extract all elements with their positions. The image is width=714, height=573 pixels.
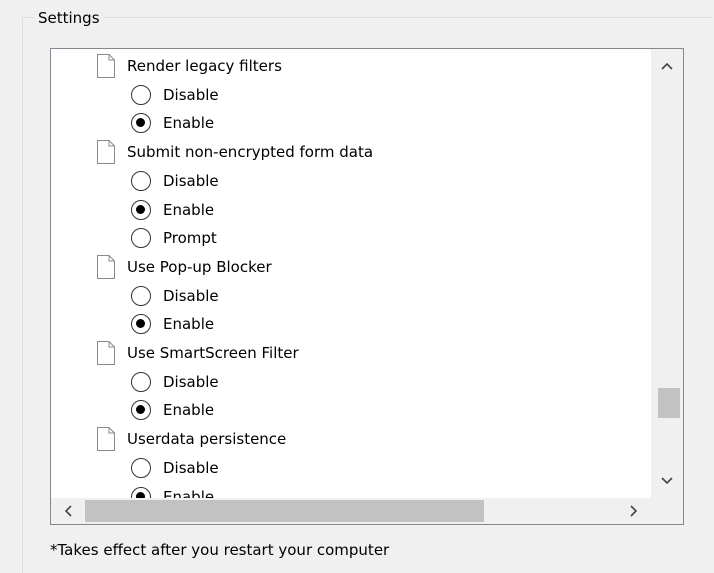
radio-option-label: Enable xyxy=(163,401,215,420)
radio-option-label: Enable xyxy=(163,315,215,334)
settings-group-title: Settings xyxy=(34,8,104,28)
radio-option-label: Disable xyxy=(163,286,219,305)
radio-option[interactable]: Enable xyxy=(131,483,215,499)
policy-item[interactable]: Use SmartScreen Filter xyxy=(95,339,299,367)
radio-option-label: Disable xyxy=(163,372,219,391)
radio-button-checked[interactable] xyxy=(131,199,151,220)
scroll-left-button[interactable] xyxy=(51,498,85,524)
document-icon xyxy=(95,425,117,453)
radio-button[interactable] xyxy=(131,371,151,392)
radio-option[interactable]: Disable xyxy=(131,454,219,482)
radio-button[interactable] xyxy=(131,84,151,105)
radio-option[interactable]: Disable xyxy=(131,81,219,109)
settings-tree-viewport: Render legacy filters Disable Enable Submit… xyxy=(51,49,651,498)
radio-button-checked[interactable] xyxy=(131,113,151,134)
radio-option[interactable]: Disable xyxy=(131,282,219,310)
policy-label: Userdata persistence xyxy=(127,430,287,449)
radio-option-label: Prompt xyxy=(163,229,217,248)
policy-item[interactable]: Userdata persistence xyxy=(95,425,286,453)
policy-label: Render legacy filters xyxy=(127,57,282,75)
radio-option[interactable]: Enable xyxy=(131,396,214,424)
policy-item[interactable]: Submit non-encrypted form data xyxy=(95,138,373,166)
chevron-down-icon xyxy=(661,477,673,485)
radio-option-label: Enable xyxy=(163,487,215,499)
radio-button[interactable] xyxy=(131,285,151,306)
radio-button-checked[interactable] xyxy=(131,486,151,498)
vertical-scroll-thumb[interactable] xyxy=(658,387,680,419)
scrollbar-corner xyxy=(651,496,683,524)
document-icon xyxy=(95,52,117,80)
policy-item[interactable]: Use Pop-up Blocker xyxy=(95,253,272,281)
radio-option-label: Disable xyxy=(163,171,219,190)
settings-tree[interactable]: Render legacy filters Disable Enable Submit… xyxy=(50,48,684,525)
policy-label: Use SmartScreen Filter xyxy=(127,344,299,362)
radio-option-label: Enable xyxy=(163,114,215,133)
radio-option[interactable]: Enable xyxy=(131,310,214,338)
policy-item[interactable]: Render legacy filters xyxy=(95,52,282,80)
radio-option-label: Disable xyxy=(163,458,219,477)
horizontal-scroll-thumb[interactable] xyxy=(85,500,484,522)
scroll-up-button[interactable] xyxy=(651,49,683,83)
radio-option[interactable]: Enable xyxy=(131,109,214,137)
policy-label: Use Pop-up Blocker xyxy=(127,257,272,276)
chevron-left-icon xyxy=(64,505,72,517)
radio-button[interactable] xyxy=(131,457,151,478)
radio-button[interactable] xyxy=(131,228,151,249)
restart-footnote: *Takes effect after you restart your com… xyxy=(50,541,390,559)
radio-option[interactable]: Enable xyxy=(131,196,214,224)
vertical-scrollbar[interactable] xyxy=(651,49,683,498)
document-icon xyxy=(95,138,117,166)
radio-option-label: Disable xyxy=(163,85,219,104)
document-icon xyxy=(95,253,117,281)
radio-button-checked[interactable] xyxy=(131,314,151,335)
radio-option-label: Enable xyxy=(163,200,215,219)
chevron-up-icon xyxy=(661,62,673,70)
scroll-right-button[interactable] xyxy=(617,498,651,524)
scroll-down-button[interactable] xyxy=(651,464,683,498)
radio-button-checked[interactable] xyxy=(131,400,151,421)
radio-option[interactable]: Prompt xyxy=(131,224,217,252)
radio-button[interactable] xyxy=(131,170,151,191)
document-icon xyxy=(95,339,117,367)
horizontal-scrollbar[interactable] xyxy=(51,498,651,524)
policy-label: Submit non-encrypted form data xyxy=(127,143,374,162)
chevron-right-icon xyxy=(630,505,638,517)
radio-option[interactable]: Disable xyxy=(131,368,219,396)
radio-option[interactable]: Disable xyxy=(131,167,219,195)
